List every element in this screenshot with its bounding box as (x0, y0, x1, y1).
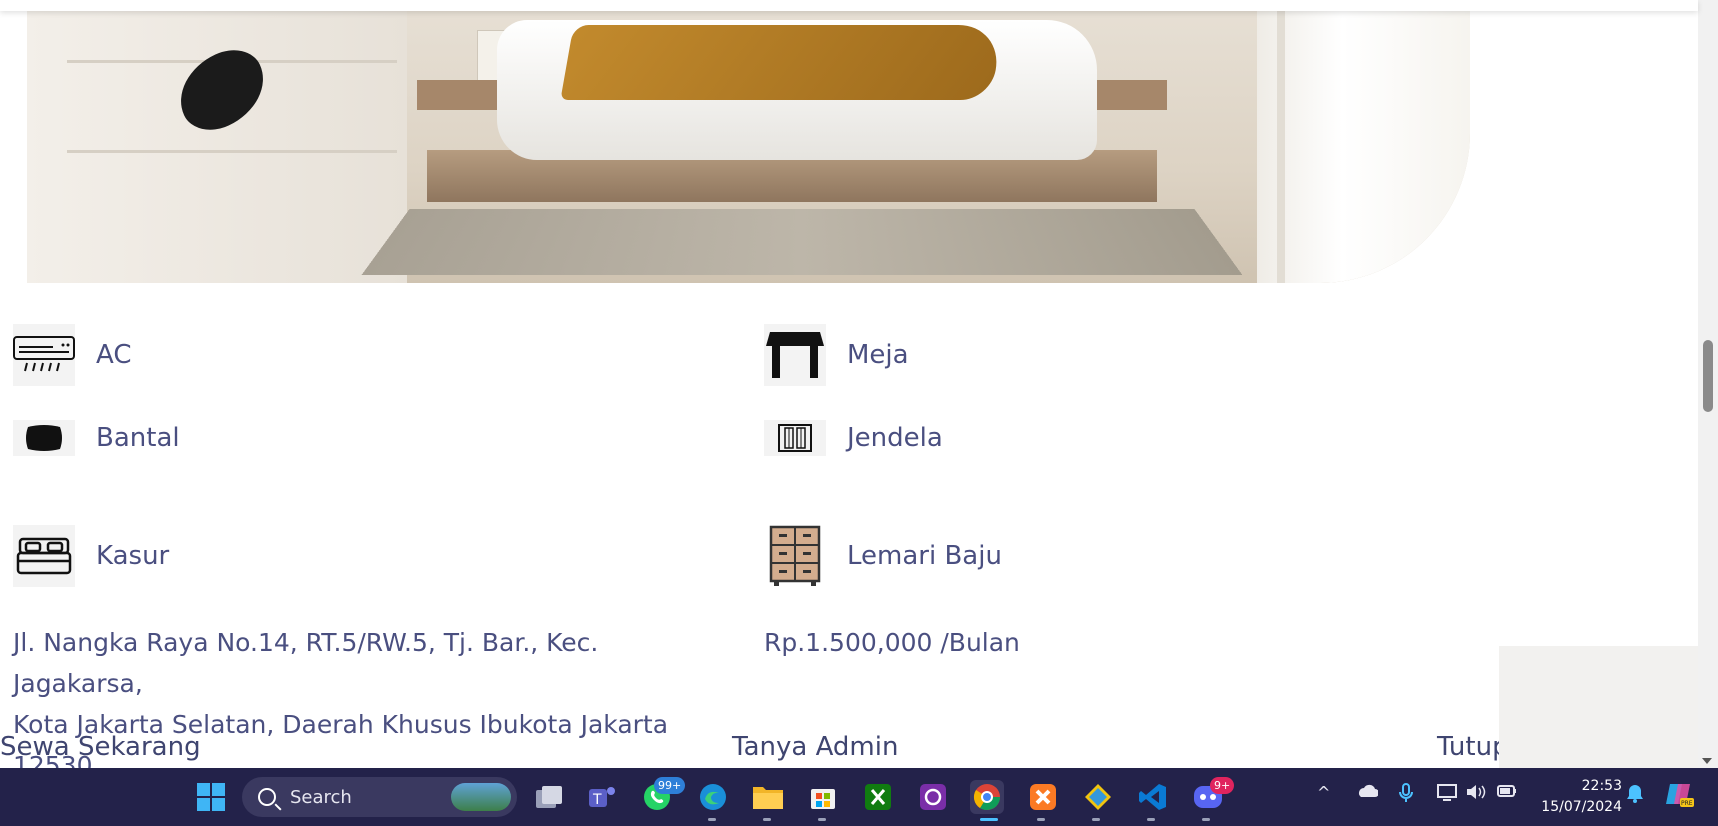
wardrobe-icon (764, 525, 826, 587)
chrome-icon[interactable] (970, 780, 1004, 814)
amenity-kasur: Kasur (13, 525, 169, 587)
search-highlight-icon (451, 783, 511, 811)
clock-date: 15/07/2024 (1541, 799, 1622, 815)
room-photo (27, 0, 1470, 283)
running-indicator (818, 818, 826, 821)
xbox-icon[interactable] (861, 780, 895, 814)
taskbar-search[interactable]: Search (242, 777, 517, 817)
amenity-label: Kasur (96, 541, 170, 571)
teams-icon[interactable]: T (585, 780, 619, 814)
photo-window-frame (1277, 0, 1285, 283)
svg-text:T: T (592, 792, 602, 808)
microphone-icon[interactable] (1399, 783, 1413, 807)
search-icon (258, 788, 276, 806)
rent-now-button[interactable]: Sewa Sekarang (0, 732, 201, 762)
running-indicator (1037, 818, 1045, 821)
show-hidden-icons-chevron-icon[interactable]: ^ (1317, 783, 1330, 802)
address-line-1: Jl. Nangka Raya No.14, RT.5/RW.5, Tj. Ba… (13, 628, 599, 698)
copilot-icon[interactable]: PRE (1664, 780, 1694, 812)
system-clock[interactable]: 22:53 15/07/2024 (1530, 776, 1622, 818)
running-indicator (1147, 818, 1155, 821)
discord-badge: 9+ (1210, 777, 1235, 794)
amenity-label: Bantal (96, 423, 180, 453)
overlay-panel (1499, 646, 1698, 768)
search-placeholder: Search (290, 786, 352, 808)
photo-throw-blanket (560, 25, 1004, 100)
network-icon[interactable] (1436, 783, 1458, 805)
git-tool-icon[interactable] (1081, 780, 1115, 814)
amenity-label: AC (96, 340, 132, 370)
volume-icon[interactable] (1465, 783, 1487, 805)
photo-shelf-line (67, 150, 397, 153)
start-button[interactable] (194, 780, 228, 814)
scroll-down-arrow-icon[interactable] (1702, 758, 1712, 764)
amenity-lemari-baju: Lemari Baju (764, 525, 1002, 587)
running-indicator (708, 818, 716, 821)
camera-app-icon[interactable] (916, 780, 950, 814)
scrollbar-thumb[interactable] (1703, 340, 1713, 412)
photo-shelf (27, 0, 407, 283)
amenity-ac: AC (13, 324, 131, 386)
amenity-label: Jendela (847, 423, 943, 453)
windows-logo-icon (197, 783, 225, 811)
vscode-icon[interactable] (1136, 780, 1170, 814)
running-indicator (1092, 818, 1100, 821)
air-conditioner-icon (13, 324, 75, 386)
ask-admin-button[interactable]: Tanya Admin (732, 732, 898, 762)
photo-rug (361, 209, 1243, 275)
battery-icon[interactable] (1496, 783, 1518, 803)
file-explorer-icon[interactable] (751, 780, 785, 814)
notification-bell-icon[interactable] (1626, 783, 1644, 807)
whatsapp-badge: 99+ (654, 777, 686, 794)
clock-time: 22:53 (1581, 778, 1622, 794)
amenity-label: Lemari Baju (847, 541, 1002, 571)
window-icon (764, 420, 826, 456)
bed-icon (13, 525, 75, 587)
task-view-icon[interactable] (532, 780, 566, 814)
xampp-icon[interactable] (1026, 780, 1060, 814)
price: Rp.1.500,000 /Bulan (764, 628, 1020, 657)
table-icon (764, 324, 826, 386)
amenity-label: Meja (847, 340, 909, 370)
microsoft-store-icon[interactable] (806, 780, 840, 814)
running-indicator (1202, 818, 1210, 821)
edge-icon[interactable] (696, 780, 730, 814)
running-indicator (763, 818, 771, 821)
svg-text:PRE: PRE (1681, 800, 1693, 807)
vertical-scrollbar[interactable] (1698, 0, 1718, 768)
active-indicator (980, 818, 998, 821)
photo-window (1257, 0, 1470, 283)
pillow-icon (13, 420, 75, 456)
amenity-meja: Meja (764, 324, 909, 386)
header-bar (0, 0, 1698, 11)
onedrive-icon[interactable] (1356, 783, 1379, 802)
close-button[interactable]: Tutup (1437, 732, 1509, 762)
amenity-jendela: Jendela (764, 420, 943, 456)
page: AC Bantal Kasur Meja Jendela Lemari Baju… (0, 0, 1718, 768)
amenity-bantal: Bantal (13, 420, 180, 456)
